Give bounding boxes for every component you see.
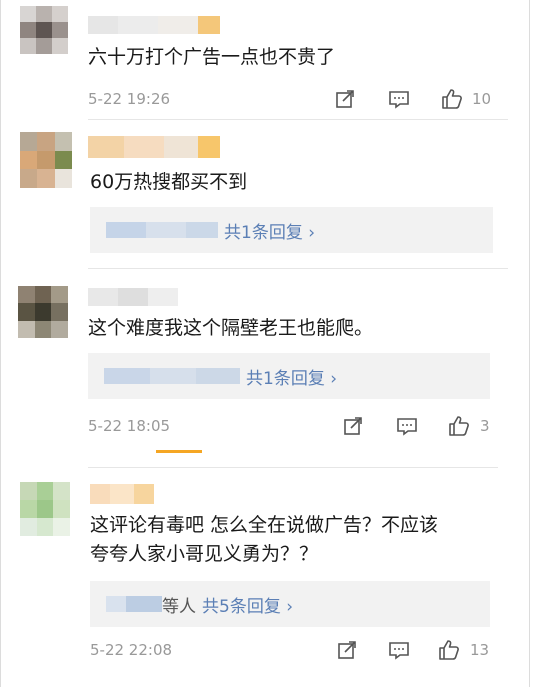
comment-text-line-1: 这评论有毒吧 怎么全在说做广告？不应该	[90, 514, 439, 536]
reply-username-blurred	[106, 596, 162, 612]
avatar[interactable]	[18, 286, 68, 338]
username-blurred[interactable]	[88, 16, 220, 34]
like-icon[interactable]	[448, 415, 470, 437]
timestamp: 5-22 22:08	[90, 641, 173, 659]
timestamp: 5-22 18:05	[88, 417, 171, 435]
share-icon[interactable]	[336, 639, 358, 661]
like-icon[interactable]	[441, 88, 463, 110]
comment-text: 六十万打个广告一点也不贵了	[88, 46, 336, 68]
reply-preview[interactable]: 等人 共5条回复 ›	[90, 581, 490, 627]
comment-text: 60万热搜都买不到	[90, 171, 248, 193]
share-icon[interactable]	[334, 88, 356, 110]
comment-3: 这个难度我这个隔壁老王也能爬。 共1条回复 › 5-22 18:05 3	[0, 268, 536, 452]
highlight-bar	[156, 450, 202, 453]
reply-preview[interactable]: 共1条回复 ›	[90, 207, 493, 253]
comment-text: 这个难度我这个隔壁老王也能爬。	[88, 317, 374, 339]
comment-icon[interactable]	[388, 88, 410, 110]
like-count: 13	[470, 641, 490, 659]
username-blurred[interactable]	[88, 136, 220, 158]
reply-count-link[interactable]: 共1条回复 ›	[224, 218, 315, 243]
comment-meta: 5-22 19:26 10	[88, 88, 508, 110]
avatar[interactable]	[20, 482, 70, 536]
avatar[interactable]	[20, 6, 68, 54]
comment-text-line-2: 夸夸人家小哥见义勇为？？	[90, 543, 319, 565]
like-count: 10	[472, 90, 492, 108]
username-blurred[interactable]	[88, 288, 178, 306]
reply-preview[interactable]: 共1条回复 ›	[88, 353, 490, 399]
avatar[interactable]	[20, 132, 72, 188]
timestamp: 5-22 19:26	[88, 90, 171, 108]
comment-1: 六十万打个广告一点也不贵了 5-22 19:26 10	[0, 0, 536, 120]
reply-users-suffix: 等人	[162, 596, 196, 617]
username-blurred[interactable]	[90, 484, 154, 504]
reply-count-link[interactable]: 共5条回复 ›	[202, 592, 293, 617]
comment-4: 这评论有毒吧 怎么全在说做广告？不应该 夸夸人家小哥见义勇为？？ 等人 共5条回…	[0, 468, 536, 687]
comment-meta: 5-22 18:05 3	[88, 415, 508, 437]
like-icon[interactable]	[438, 639, 460, 661]
reply-username-blurred	[104, 368, 240, 384]
reply-count-link[interactable]: 共1条回复 ›	[246, 364, 337, 389]
like-count: 3	[480, 417, 490, 435]
share-icon[interactable]	[342, 415, 364, 437]
comment-icon[interactable]	[388, 639, 410, 661]
comment-icon[interactable]	[396, 415, 418, 437]
reply-username-blurred	[106, 222, 218, 238]
comment-2: 60万热搜都买不到 共1条回复 ›	[0, 120, 536, 268]
comment-meta: 5-22 22:08 13	[90, 639, 510, 661]
